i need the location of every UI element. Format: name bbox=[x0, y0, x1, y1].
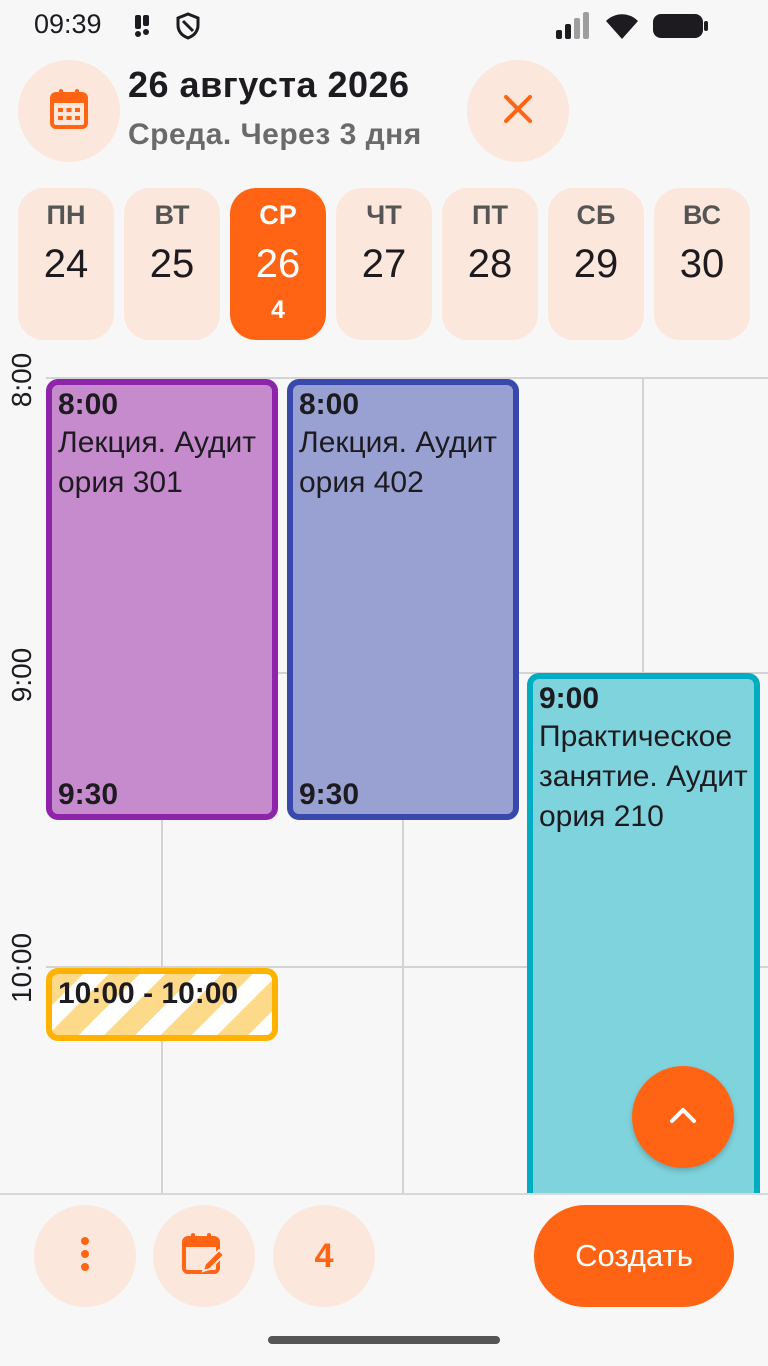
scroll-up-button[interactable] bbox=[632, 1066, 734, 1168]
day-chip-fri[interactable]: ПТ 28 bbox=[442, 188, 538, 340]
day-chip-mon[interactable]: ПН 24 bbox=[18, 188, 114, 340]
day-of-week: ПТ bbox=[472, 200, 508, 230]
battery-icon bbox=[652, 12, 710, 45]
status-time: 09:39 bbox=[34, 9, 102, 39]
event-card[interactable]: 10:00 - 10:00 bbox=[46, 968, 278, 1041]
day-number: 26 bbox=[255, 242, 301, 286]
notification-icon bbox=[132, 12, 152, 43]
event-end-time: 9:30 bbox=[299, 778, 360, 811]
day-chip-wed[interactable]: СР 26 4 bbox=[230, 188, 326, 340]
hour-label-8: 8:00 bbox=[6, 352, 37, 408]
status-bar: 09:39 bbox=[0, 0, 768, 52]
event-start-time: 9:00 bbox=[539, 682, 600, 715]
day-of-week: СБ bbox=[576, 200, 616, 230]
day-chip-sun[interactable]: ВС 30 bbox=[654, 188, 750, 340]
day-of-week: ПН bbox=[46, 200, 86, 230]
day-number: 24 bbox=[43, 242, 89, 286]
shield-icon bbox=[175, 12, 201, 45]
day-chip-sat[interactable]: СБ 29 bbox=[548, 188, 644, 340]
calendar-icon bbox=[49, 88, 89, 135]
home-indicator[interactable] bbox=[268, 1336, 500, 1344]
day-of-week: ВС bbox=[683, 200, 721, 230]
event-card[interactable]: 8:00 Лекция. Аудитория 301 9:30 bbox=[46, 379, 278, 820]
edit-calendar-button[interactable] bbox=[153, 1205, 255, 1307]
chevron-up-icon bbox=[668, 1105, 698, 1130]
day-chip-tue[interactable]: ВТ 25 bbox=[124, 188, 220, 340]
hour-label-9: 9:00 bbox=[6, 647, 37, 703]
day-number: 29 bbox=[573, 242, 619, 286]
event-title: Практическое занятие. Аудитория 210 bbox=[539, 720, 748, 833]
day-number: 30 bbox=[679, 242, 725, 286]
event-card[interactable]: 8:00 Лекция. Аудитория 402 9:30 bbox=[287, 379, 519, 820]
signal-icon bbox=[554, 12, 592, 45]
event-start-time: 10:00 - 10:00 bbox=[58, 977, 239, 1010]
create-button[interactable]: Создать bbox=[534, 1205, 734, 1307]
event-start-time: 8:00 bbox=[58, 388, 119, 421]
day-of-week: ВТ bbox=[154, 200, 190, 230]
bottom-divider bbox=[0, 1193, 768, 1195]
wifi-icon bbox=[604, 12, 640, 45]
day-number: 25 bbox=[149, 242, 195, 286]
event-title: Лекция. Аудитория 402 bbox=[299, 426, 498, 499]
day-event-count: 4 bbox=[271, 296, 285, 324]
day-number: 27 bbox=[361, 242, 407, 286]
day-number: 28 bbox=[467, 242, 513, 286]
day-timeline[interactable]: 8:00 9:00 10:00 8:00 Лекция. Аудитория 3… bbox=[0, 344, 768, 1194]
hour-label-10: 10:00 bbox=[6, 932, 37, 1004]
event-count-button[interactable]: 4 bbox=[273, 1205, 375, 1307]
close-icon bbox=[502, 93, 534, 130]
page-subtitle: Среда. Через 3 дня bbox=[128, 118, 422, 151]
more-menu-button[interactable] bbox=[34, 1205, 136, 1307]
more-vertical-icon bbox=[80, 1236, 90, 1277]
app-screen: 09:39 26 августа 2026 Среда. Через 3 дня bbox=[0, 0, 768, 1366]
event-start-time: 8:00 bbox=[299, 388, 360, 421]
calendar-edit-icon bbox=[181, 1231, 227, 1282]
calendar-button[interactable] bbox=[18, 60, 120, 162]
close-button[interactable] bbox=[467, 60, 569, 162]
day-of-week: СР bbox=[259, 200, 297, 230]
day-of-week: ЧТ bbox=[366, 200, 402, 230]
event-count: 4 bbox=[314, 1236, 334, 1275]
event-end-time: 9:30 bbox=[58, 778, 119, 811]
event-title: Лекция. Аудитория 301 bbox=[58, 426, 257, 499]
page-title: 26 августа 2026 bbox=[128, 64, 410, 105]
day-chip-thu[interactable]: ЧТ 27 bbox=[336, 188, 432, 340]
